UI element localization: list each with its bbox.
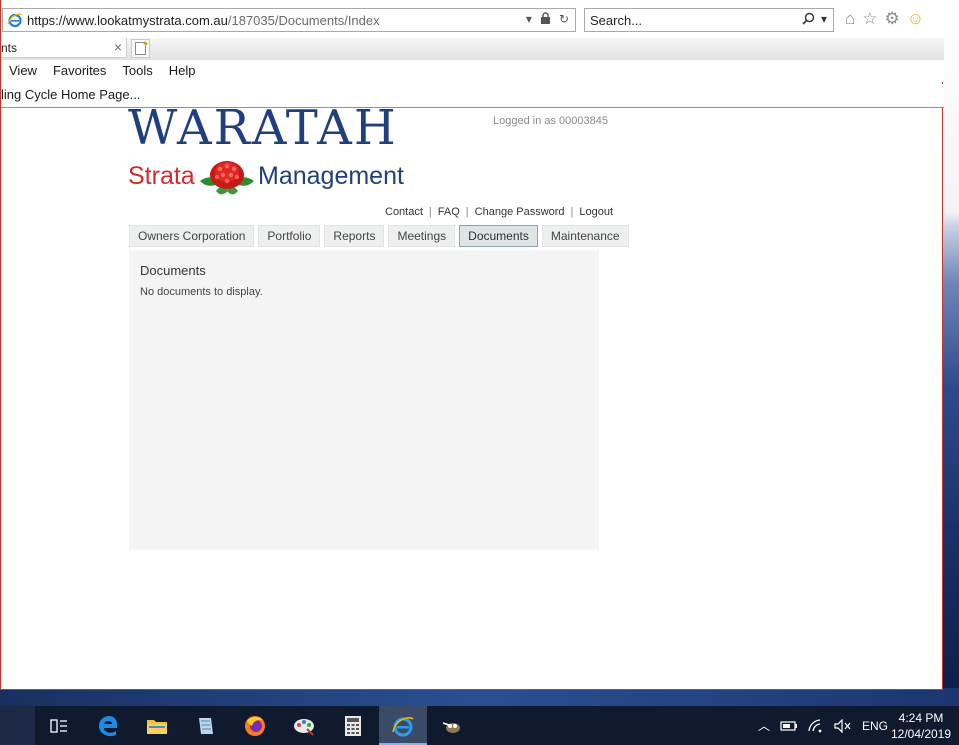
browser-tab-label: nts [1,41,18,55]
calculator-icon [345,715,361,736]
site-logo[interactable]: WARATAH Strata Management [128,109,428,198]
faq-link[interactable]: FAQ [438,206,460,218]
menu-view[interactable]: View [1,60,45,82]
menu-tools[interactable]: Tools [114,60,160,82]
wifi-icon[interactable] [808,718,824,733]
tab-maintenance[interactable]: Maintenance [541,225,629,247]
favorites-star-icon[interactable]: ☆ [862,9,877,29]
taskbar-start-area[interactable] [0,706,35,745]
main-nav: Owners Corporation Portfolio Reports Mee… [129,225,629,247]
edge-icon [99,715,118,736]
url-text[interactable]: https://www.lookatmystrata.com.au/187035… [27,13,380,28]
new-tab-button[interactable]: ✦ [131,39,150,58]
tab-reports[interactable]: Reports [324,225,385,247]
lock-icon[interactable] [540,12,551,25]
search-input[interactable] [590,12,780,28]
notepad-icon [199,717,213,734]
clock-time: 4:24 PM [898,711,944,725]
tab-strip: nts × ✦ [1,38,944,60]
taskbar-calculator-button[interactable] [329,706,377,745]
panel-title: Documents [140,263,206,278]
task-view-button[interactable] [35,706,83,745]
logout-link[interactable]: Logout [579,206,613,218]
search-box-icons: ▾ [802,12,827,26]
clock-date: 12/04/2019 [890,727,952,741]
browser-window: https://www.lookatmystrata.com.au/187035… [0,0,944,690]
tab-portfolio[interactable]: Portfolio [258,225,321,247]
web-page: WARATAH Strata Management Logged in as 0… [1,109,942,689]
internet-explorer-icon [392,716,414,736]
logo-strata-text: Strata [128,162,195,190]
settings-gear-icon[interactable]: ⚙ [885,9,900,29]
search-dropdown-icon[interactable]: ▾ [821,12,827,26]
folder-icon [147,719,167,734]
address-bar-icons: ▾ ↻ [526,12,569,26]
task-view-icon [50,718,67,733]
favorites-bar-item[interactable]: ling Cycle Home Page... [1,87,140,102]
taskbar: ︿ ENG 4:24 PM 12/04/2019 [0,706,959,745]
paint-palette-icon [294,718,314,736]
search-icon[interactable] [802,12,815,25]
search-box[interactable]: ▾ [584,8,834,32]
waratah-flower-icon [200,161,254,195]
dropdown-arrow-icon[interactable]: ▾ [526,12,532,26]
taskbar-internet-explorer-button[interactable] [379,706,427,745]
favorites-bar: ling Cycle Home Page... [1,84,944,108]
volume-muted-icon[interactable] [834,718,852,733]
logo-management-text: Management [258,162,404,190]
link-separator: | [465,206,469,218]
taskbar-firefox-button[interactable] [231,706,279,745]
tab-close-icon[interactable]: × [114,39,122,55]
refresh-icon[interactable]: ↻ [559,12,569,26]
contact-link[interactable]: Contact [385,206,423,218]
firefox-icon [245,715,265,736]
ie-logo-icon [7,13,23,28]
browser-tab[interactable]: nts × [1,38,127,58]
empty-state-message: No documents to display. [140,286,263,298]
menu-help[interactable]: Help [161,60,204,82]
tab-owners-corporation[interactable]: Owners Corporation [129,225,255,247]
change-password-link[interactable]: Change Password [475,206,565,218]
feedback-smiley-icon[interactable]: ☺ [907,9,924,29]
home-icon[interactable]: ⌂ [845,9,855,29]
browser-toolbar-icons: ⌂ ☆ ⚙ ☺ [845,9,924,29]
show-hidden-icons-icon[interactable]: ︿ [758,717,770,734]
link-separator: | [428,206,432,218]
logged-in-status: Logged in as 00003845 [493,115,608,127]
battery-icon[interactable] [780,720,798,732]
address-bar-row: https://www.lookatmystrata.com.au/187035… [1,0,944,38]
url-host: https://www.lookatmystrata.com.au [27,13,228,28]
tab-documents[interactable]: Documents [459,225,538,247]
menu-bar: View Favorites Tools Help [1,60,944,82]
account-links: Contact | FAQ | Change Password | Logout [385,206,613,218]
taskbar-gimp-button[interactable] [428,706,476,745]
menu-favorites[interactable]: Favorites [45,60,114,82]
documents-panel: Documents No documents to display. [129,250,599,550]
desktop-wallpaper-strip [0,688,959,706]
taskbar-file-explorer-button[interactable] [133,706,181,745]
address-bar[interactable]: https://www.lookatmystrata.com.au/187035… [2,8,576,32]
taskbar-edge-button[interactable] [84,706,132,745]
link-separator: | [570,206,574,218]
taskbar-paint-button[interactable] [280,706,328,745]
new-tab-sparkle-icon: ✦ [142,39,150,49]
system-tray: ︿ ENG [758,706,888,745]
logo-waratah-text: WARATAH [128,109,398,156]
desktop-wallpaper [942,0,959,706]
input-language-indicator[interactable]: ENG [862,719,888,733]
url-path: /187035/Documents/Index [227,13,380,28]
taskbar-clock[interactable]: 4:24 PM 12/04/2019 [888,710,954,742]
gimp-icon [442,721,460,733]
taskbar-notes-button[interactable] [182,706,230,745]
tab-meetings[interactable]: Meetings [388,225,456,247]
